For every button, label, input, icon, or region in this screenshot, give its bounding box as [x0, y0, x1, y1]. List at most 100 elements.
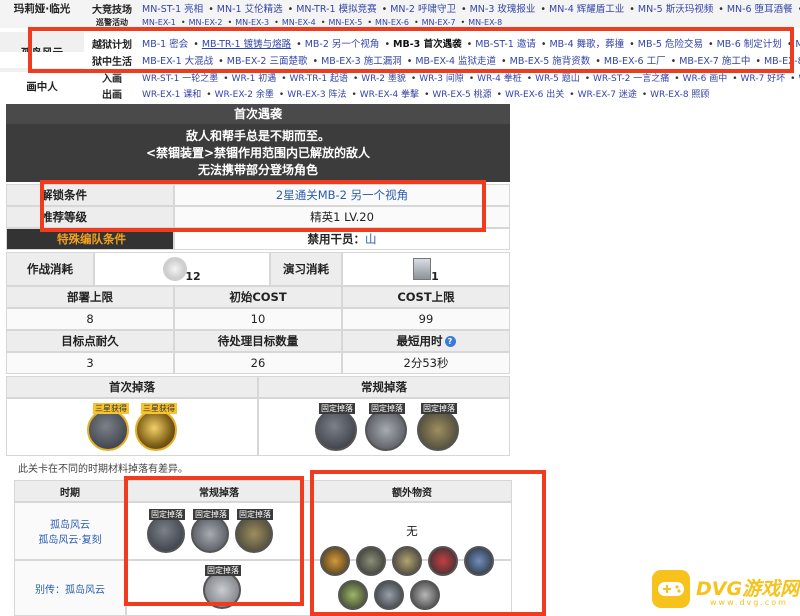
stage-link[interactable]: WR-2 墨貌 [361, 74, 406, 84]
link-separator: • [732, 73, 738, 84]
group-name: 玛莉娅·临光 [13, 2, 71, 15]
stage-link[interactable]: MB-5 危险交易 [638, 39, 703, 50]
stage-link[interactable]: MB-EX-5 施背资数 [510, 56, 591, 67]
link-separator: • [351, 89, 357, 100]
stage-link[interactable]: MN-EX-2 [189, 18, 223, 27]
item-icon[interactable] [191, 515, 229, 553]
stage-link[interactable]: MB-EX-4 监狱走道 [415, 56, 496, 67]
stage-link[interactable]: MB-2 另一个视角 [305, 39, 380, 50]
stage-link[interactable]: WR-ST-1 一轮之墨 [142, 74, 218, 84]
item-icon[interactable] [392, 546, 422, 576]
stage-link[interactable]: MB-EX-1 大混战 [142, 56, 213, 67]
stage-link[interactable]: WR-TR-1 起语 [290, 74, 348, 84]
item-icon[interactable] [365, 409, 407, 451]
cost-value: 12 [94, 252, 270, 286]
stage-link[interactable]: MB-4 舞歌，葬撞 [549, 39, 624, 50]
stage-links[interactable]: WR-ST-1 一轮之墨 • WR-1 初遇 • WR-TR-1 起语 • WR-2 墨貌 •… [142, 71, 800, 84]
stage-link[interactable]: MN-EX-3 [235, 18, 269, 27]
stage-link[interactable]: MB-ST-1 邀请 [475, 39, 536, 50]
item-icon[interactable] [315, 409, 357, 451]
link-separator: • [496, 89, 502, 100]
stage-link[interactable]: WR-EX-8 照顾 [650, 90, 709, 100]
stage-link[interactable]: WR-5 题山 [535, 74, 580, 84]
stage-link[interactable]: WR-6 画中 [683, 74, 728, 84]
stage-link[interactable]: MN-EX-5 [328, 18, 362, 27]
item-icon[interactable] [135, 409, 177, 451]
stage-link[interactable]: MN-5 斯沃玛视频 [638, 4, 713, 15]
banned-operator[interactable]: 山 [365, 231, 377, 247]
stage-link[interactable]: MB-7 背离 [795, 39, 800, 50]
period-link[interactable]: 孤岛风云·复刻 [38, 531, 101, 546]
item-icon[interactable] [374, 580, 404, 610]
item-icon[interactable] [417, 409, 459, 451]
stage-link[interactable]: MN-EX-4 [282, 18, 316, 27]
stage-link[interactable]: MB-1 密会 [142, 39, 188, 50]
link-separator: • [180, 17, 186, 27]
item-icon[interactable] [203, 571, 241, 609]
first-drop-header: 首次掉落 [6, 376, 258, 398]
stage-link[interactable]: MN-ST-1 亮相 [142, 4, 203, 15]
stage-link[interactable]: MB-EX-6 工厂 [604, 56, 666, 67]
stage-link[interactable]: WR-EX-7 迷途 [578, 90, 637, 100]
stage-link[interactable]: MN-4 辉耀盾工业 [549, 4, 624, 15]
item-icon[interactable] [87, 409, 129, 451]
stage-link[interactable]: MN-2 呼啸守卫 [390, 4, 456, 15]
stage-link[interactable]: WR-EX-1 课和 [142, 90, 201, 100]
regular-header: 常规掉落 [126, 480, 312, 502]
link-separator: • [670, 56, 677, 67]
stage-links[interactable]: MN-EX-1 • MN-EX-2 • MN-EX-3 • MN-EX-4 • MN-EX-5 •… [142, 18, 504, 27]
period-link[interactable]: 别传：孤岛风云 [35, 581, 105, 596]
link-separator: • [320, 17, 326, 27]
period-link[interactable]: 孤岛风云 [50, 516, 90, 531]
stage-link[interactable]: MN-EX-7 [422, 18, 456, 27]
stage-link[interactable]: WR-4 拳桩 [477, 74, 522, 84]
stage-link[interactable]: MB-EX-8 先到先 [764, 56, 800, 67]
stage-link[interactable]: MB-EX-7 施工中 [679, 56, 750, 67]
level-label: 推荐等级 [6, 206, 174, 228]
stage-link[interactable]: WR-ST-2 一言之痛 [593, 74, 669, 84]
item-icon[interactable] [356, 546, 386, 576]
item-icon[interactable] [338, 580, 368, 610]
stage-link[interactable]: MN-1 艾伦精选 [217, 4, 283, 15]
stage-link[interactable]: WR-EX-2 余墨 [215, 90, 274, 100]
stage-links[interactable]: WR-EX-1 课和 • WR-EX-2 余墨 • WR-EX-3 阵法 • WR-EX-4… [142, 87, 711, 100]
stage-links[interactable]: MN-ST-1 亮相 • MN-1 艾伦精选 • MN-TR-1 模拟竞赛 • MN-2 呼… [142, 1, 800, 15]
stage-link[interactable]: MB-6 制定计划 [717, 39, 782, 50]
item-icon[interactable] [147, 515, 185, 553]
deploy-limit-header: 部署上限 [6, 286, 174, 308]
category-name: 出画 [102, 89, 122, 101]
cost-label: 作战消耗 [6, 252, 94, 286]
cost-limit-value: 99 [342, 308, 510, 330]
extra-header: 额外物资 [312, 480, 512, 502]
item-icon[interactable] [464, 546, 494, 576]
item-icon[interactable] [320, 546, 350, 576]
unlock-value[interactable]: 2星通关MB-2 另一个视角 [174, 184, 510, 206]
stage-link[interactable]: MB-TR-1 镀铸与熔路 [202, 39, 291, 50]
stage-link[interactable]: MB-EX-3 施工漏洞 [321, 56, 402, 67]
stage-link[interactable]: WR-7 好坏 [741, 74, 786, 84]
stage-link[interactable]: WR-EX-6 出关 [505, 90, 564, 100]
stage-link[interactable]: WR-EX-4 拳擊 [360, 90, 419, 100]
stage-link[interactable]: MN-3 玫瑰报业 [470, 4, 536, 15]
stage-link[interactable]: MN-EX-1 [142, 18, 176, 27]
min-time-value: 2分53秒 [342, 352, 510, 374]
stage-links[interactable]: MB-1 密会 • MB-TR-1 镀铸与熔路 • MB-2 另一个视角 • MB-3 首次… [142, 36, 800, 50]
item-icon[interactable] [235, 515, 273, 553]
stage-link[interactable]: MN-TR-1 模拟竞赛 [296, 4, 376, 15]
stage-link[interactable]: WR-3 间隙 [419, 74, 464, 84]
stage-link[interactable]: MB-EX-2 三面楚歌 [227, 56, 308, 67]
stage-link[interactable]: MN-EX-6 [375, 18, 409, 27]
stage-link[interactable]: WR-EX-3 阵法 [287, 90, 346, 100]
stage-link[interactable]: MN-6 堕耳酒餐 [727, 4, 793, 15]
stage-link[interactable]: MN-EX-8 [468, 18, 502, 27]
desc-line: 敌人和帮手总是不期而至。 [185, 129, 330, 143]
stage-link[interactable]: WR-1 初遇 [232, 74, 277, 84]
stage-link[interactable]: MB-3 首次遇袭 [393, 39, 462, 50]
item-icon[interactable] [410, 580, 440, 610]
help-icon[interactable]: ? [444, 335, 456, 347]
item-icon[interactable] [428, 546, 458, 576]
period-header: 时期 [14, 480, 126, 502]
link-separator: • [367, 17, 373, 27]
stage-link[interactable]: WR-EX-5 桃源 [432, 90, 491, 100]
stage-links[interactable]: MB-EX-1 大混战 • MB-EX-2 三面楚歌 • MB-EX-3 施工漏洞 • MB… [142, 53, 800, 67]
